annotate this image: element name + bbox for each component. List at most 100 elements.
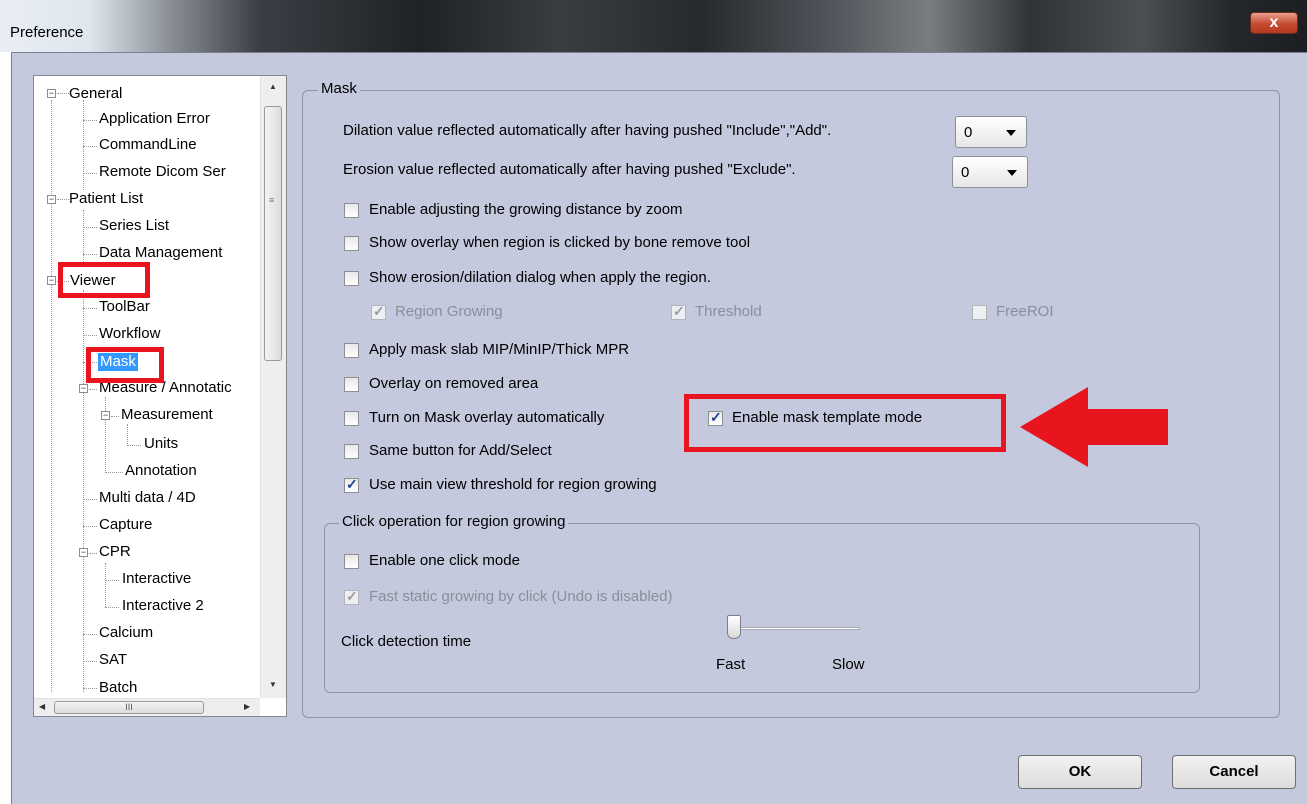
mask-overlay-auto-label: Turn on Mask overlay automatically bbox=[369, 409, 605, 426]
mask-slab-checkbox[interactable] bbox=[344, 343, 359, 358]
freeroi-checkbox[interactable] bbox=[972, 305, 987, 320]
tree-line bbox=[83, 688, 97, 689]
tree-line bbox=[83, 227, 97, 228]
expand-toggle-icon[interactable]: − bbox=[79, 548, 88, 557]
tree-item-measurement[interactable]: Measurement bbox=[121, 406, 213, 424]
pointer-arrow-icon bbox=[1020, 387, 1168, 467]
preference-tree[interactable]: − General Application Error CommandLine … bbox=[33, 75, 287, 717]
dilation-label: Dilation value reflected automatically a… bbox=[343, 122, 832, 139]
dilation-select[interactable]: 0 bbox=[955, 116, 1027, 148]
tree-line bbox=[57, 93, 69, 94]
tree-item-annotation[interactable]: Annotation bbox=[125, 462, 197, 480]
click-operation-group bbox=[324, 523, 1200, 693]
ok-button[interactable]: OK bbox=[1018, 755, 1142, 789]
freeroi-label: FreeROI bbox=[996, 303, 1054, 320]
grip-icon: III bbox=[125, 702, 133, 712]
same-button-checkbox[interactable] bbox=[344, 444, 359, 459]
tree-line bbox=[105, 397, 106, 473]
threshold-label: Threshold bbox=[695, 303, 762, 320]
fast-static-checkbox[interactable] bbox=[344, 588, 359, 605]
mask-overlay-auto-checkbox[interactable] bbox=[344, 411, 359, 426]
tree-line bbox=[57, 199, 69, 200]
expand-toggle-icon[interactable]: − bbox=[47, 89, 56, 98]
tree-item-commandline[interactable]: CommandLine bbox=[99, 136, 197, 154]
tree-line bbox=[105, 472, 123, 473]
template-mode-label: Enable mask template mode bbox=[732, 409, 923, 426]
tree-line bbox=[83, 526, 97, 527]
tree-line bbox=[83, 335, 97, 336]
tree-item-multi-data[interactable]: Multi data / 4D bbox=[99, 489, 196, 507]
tree-line bbox=[127, 445, 141, 446]
tree-line bbox=[83, 173, 97, 174]
expand-toggle-icon[interactable]: − bbox=[79, 384, 88, 393]
fast-static-label: Fast static growing by click (Undo is di… bbox=[369, 588, 673, 605]
tree-line bbox=[89, 389, 97, 390]
tree-item-application-error[interactable]: Application Error bbox=[99, 110, 210, 128]
slow-label: Slow bbox=[832, 656, 865, 673]
tree-item-data-management[interactable]: Data Management bbox=[99, 244, 222, 262]
erosion-dialog-checkbox[interactable] bbox=[344, 271, 359, 286]
scroll-up-icon[interactable]: ▲ bbox=[269, 82, 277, 91]
highlight-box-viewer bbox=[58, 262, 150, 298]
tree-item-series-list[interactable]: Series List bbox=[99, 217, 169, 235]
tree-vertical-scrollbar[interactable]: ▲ ≡ ▼ bbox=[260, 76, 286, 698]
scroll-thumb[interactable]: ≡ bbox=[264, 106, 282, 361]
tree-item-toolbar[interactable]: ToolBar bbox=[99, 298, 150, 316]
tree-item-workflow[interactable]: Workflow bbox=[99, 325, 160, 343]
threshold-checkbox[interactable] bbox=[671, 303, 686, 320]
scroll-right-icon[interactable]: ▶ bbox=[244, 702, 250, 711]
erosion-label: Erosion value reflected automatically af… bbox=[343, 161, 796, 178]
tree-line bbox=[83, 634, 97, 635]
tree-item-cpr[interactable]: CPR bbox=[99, 543, 131, 561]
tree-horizontal-scrollbar[interactable]: ◀ III ▶ bbox=[34, 698, 260, 716]
tree-line bbox=[83, 100, 84, 190]
title-bar[interactable]: Preference x bbox=[0, 0, 1307, 52]
tree-item-interactive-2[interactable]: Interactive 2 bbox=[122, 597, 204, 615]
one-click-checkbox[interactable] bbox=[344, 554, 359, 569]
tree-item-capture[interactable]: Capture bbox=[99, 516, 152, 534]
region-growing-checkbox[interactable] bbox=[371, 303, 386, 320]
region-growing-label: Region Growing bbox=[395, 303, 503, 320]
cancel-button[interactable]: Cancel bbox=[1172, 755, 1296, 789]
tree-item-general[interactable]: General bbox=[69, 85, 122, 103]
mask-slab-label: Apply mask slab MIP/MinIP/Thick MPR bbox=[369, 341, 630, 358]
tree-item-batch[interactable]: Batch bbox=[99, 679, 137, 697]
expand-toggle-icon[interactable]: − bbox=[47, 195, 56, 204]
preference-window: Preference x − General Application Error… bbox=[0, 0, 1307, 804]
tree-item-calcium[interactable]: Calcium bbox=[99, 624, 153, 642]
detection-time-label: Click detection time bbox=[341, 633, 472, 650]
tree-item-units[interactable]: Units bbox=[144, 435, 178, 453]
scroll-down-icon[interactable]: ▼ bbox=[269, 680, 277, 689]
tree-line bbox=[83, 290, 84, 692]
erosion-select[interactable]: 0 bbox=[952, 156, 1028, 188]
detection-time-slider-thumb[interactable] bbox=[727, 615, 741, 639]
main-threshold-checkbox[interactable] bbox=[344, 476, 359, 493]
close-icon: x bbox=[1269, 14, 1279, 31]
template-mode-checkbox[interactable] bbox=[708, 409, 723, 426]
frame-left-edge bbox=[0, 52, 12, 804]
mask-group-legend: Mask bbox=[318, 80, 360, 97]
bone-overlay-label: Show overlay when region is clicked by b… bbox=[369, 234, 751, 251]
tree-line bbox=[83, 499, 97, 500]
close-button[interactable]: x bbox=[1250, 12, 1298, 34]
tree-item-patient-list[interactable]: Patient List bbox=[69, 190, 143, 208]
click-operation-legend: Click operation for region growing bbox=[339, 513, 569, 530]
tree-line bbox=[89, 553, 97, 554]
detection-time-slider-track[interactable] bbox=[734, 627, 860, 630]
tree-line bbox=[105, 607, 119, 608]
tree-item-remote-dicom[interactable]: Remote Dicom Ser bbox=[99, 163, 226, 181]
overlay-removed-checkbox[interactable] bbox=[344, 377, 359, 392]
tree-item-interactive[interactable]: Interactive bbox=[122, 570, 191, 588]
erosion-value: 0 bbox=[961, 164, 970, 181]
bone-overlay-checkbox[interactable] bbox=[344, 236, 359, 251]
scroll-thumb[interactable]: III bbox=[54, 701, 204, 714]
expand-toggle-icon[interactable]: − bbox=[101, 411, 110, 420]
chevron-down-icon bbox=[1006, 130, 1016, 136]
scroll-left-icon[interactable]: ◀ bbox=[39, 702, 45, 711]
tree-line bbox=[83, 120, 97, 121]
zoom-distance-checkbox[interactable] bbox=[344, 203, 359, 218]
one-click-label: Enable one click mode bbox=[369, 552, 520, 569]
frame-top-edge bbox=[12, 52, 1307, 53]
expand-toggle-icon[interactable]: − bbox=[47, 276, 56, 285]
tree-item-sat[interactable]: SAT bbox=[99, 651, 127, 669]
